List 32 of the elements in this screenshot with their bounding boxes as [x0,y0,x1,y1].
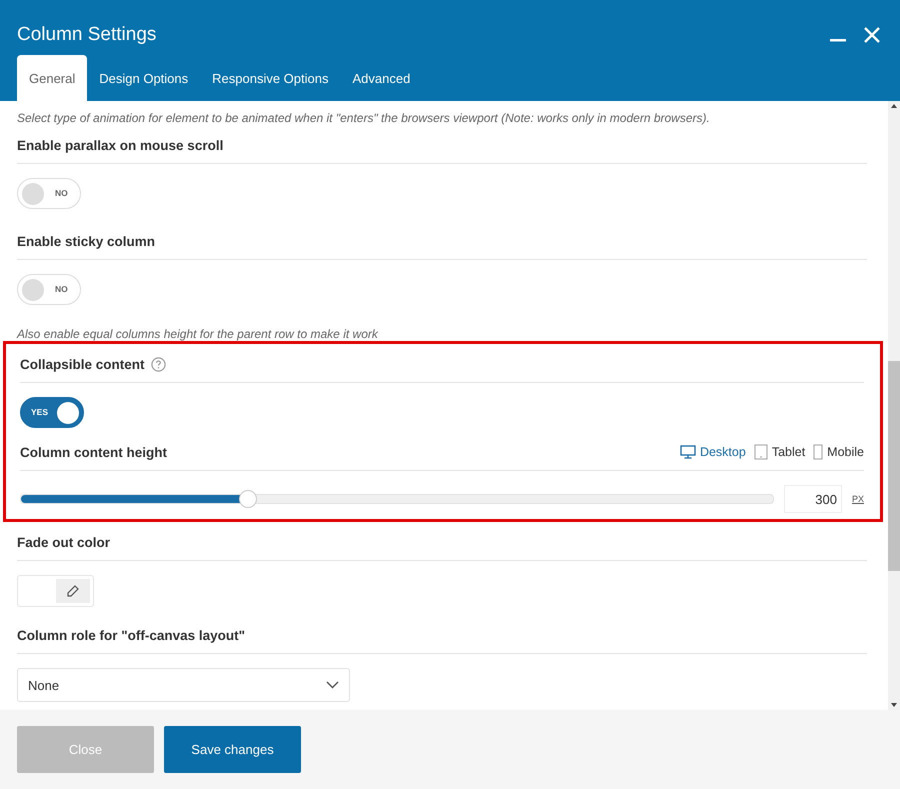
unit-link[interactable]: PX [852,494,864,504]
device-tab[interactable]: Mobile [813,444,864,460]
device-tab[interactable]: Desktop [680,444,746,460]
field-label: Fade out color [17,534,110,550]
toggle-switch[interactable]: YES [20,397,84,428]
animation-note: Select type of animation for element to be animated when it "enters" the browsers viewport (Note: works only in modern browsers). [17,111,711,125]
field-label: Enable parallax on mouse scroll [17,138,224,152]
height-input[interactable]: 300 [784,485,842,513]
toggle-switch[interactable]: NO [17,178,81,209]
phone-icon [813,444,824,460]
toggle-switch[interactable]: NO [17,274,81,305]
tab[interactable]: Design Options [87,55,200,101]
tab[interactable]: General [17,55,88,101]
slider-thumb[interactable] [238,490,257,508]
chevron-down-icon [326,681,339,689]
field-label: Column role for "off-canvas layout" [17,628,246,642]
device-tab[interactable]: Tablet [754,444,806,460]
monitor-icon [680,445,696,459]
field-label: Collapsible content [20,356,145,372]
role-dropdown[interactable]: None [17,668,350,702]
close-icon[interactable] [864,27,880,43]
help-icon[interactable] [150,356,166,372]
field-note: Also enable equal columns height for the parent row to make it work [17,327,380,341]
color-picker[interactable] [17,575,94,607]
tab[interactable]: Responsive Options [200,55,340,101]
scrollbar[interactable] [888,101,900,710]
tab[interactable]: Advanced [340,55,422,101]
field-label: Enable sticky column [17,234,156,248]
field-label: Column content height [20,444,167,460]
save-button[interactable]: Save changes [164,726,301,773]
window-title: Column Settings [17,24,156,46]
tablet-icon [754,444,768,460]
